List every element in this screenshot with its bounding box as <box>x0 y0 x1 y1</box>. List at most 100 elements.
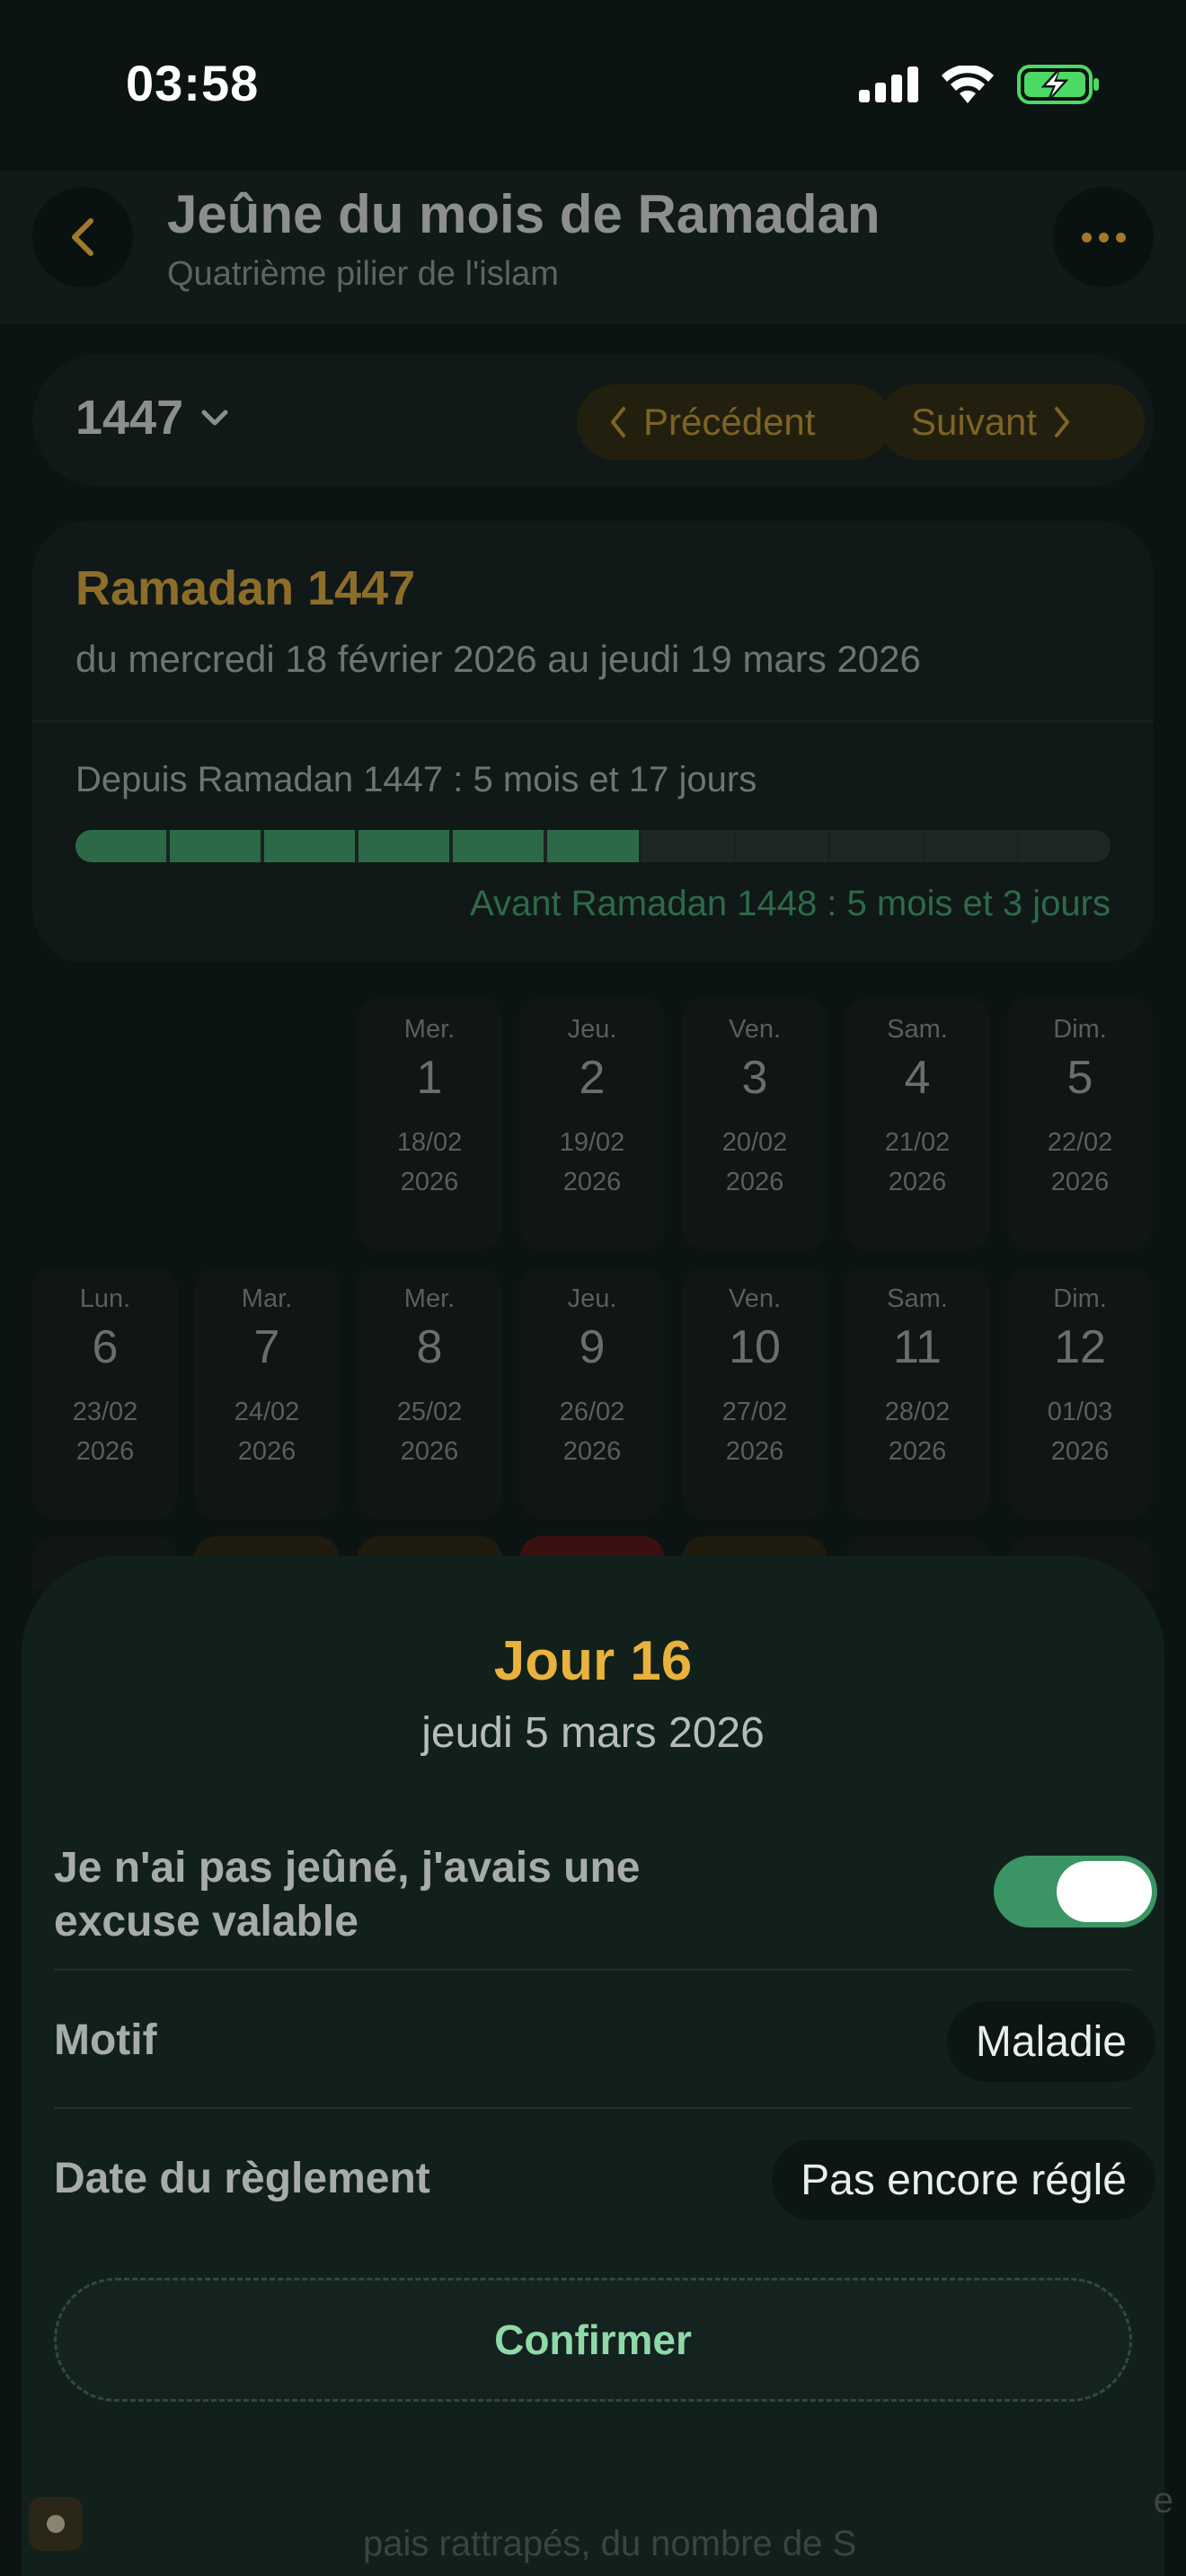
day-date: 20/02 2026 <box>721 1128 788 1196</box>
divider <box>32 720 1154 722</box>
toggle-knob <box>1057 1861 1152 1922</box>
day-date: 28/02 2026 <box>884 1398 951 1466</box>
nav-header: Jeûne du mois de Ramadan Quatrième pilie… <box>0 171 1186 323</box>
day-name: Mer. <box>403 1015 456 1044</box>
day-name: Dim. <box>1053 1284 1107 1313</box>
day-date: 24/02 2026 <box>234 1398 300 1466</box>
info-icon <box>29 2497 83 2551</box>
day-number: 12 <box>1054 1321 1106 1373</box>
time-until-label: Avant Ramadan 1448 : 5 mois et 3 jours <box>469 884 1111 923</box>
day-name: Dim. <box>1053 1015 1107 1044</box>
day-cell[interactable]: Mer. 8 25/02 2026 <box>357 1266 502 1520</box>
day-name: Ven. <box>728 1015 782 1044</box>
page-title: Jeûne du mois de Ramadan <box>167 184 881 244</box>
day-name: Jeu. <box>567 1284 617 1313</box>
next-button[interactable]: Suivant <box>879 384 1145 460</box>
progress-segment <box>1019 830 1111 862</box>
screen: 03:58 Jeûne du mois de Ramadan Quatrième… <box>0 0 1186 2576</box>
motif-picker[interactable]: Maladie <box>946 2001 1155 2082</box>
day-cell[interactable]: Mar. 7 24/02 2026 <box>194 1266 340 1520</box>
day-cell[interactable]: Dim. 12 01/03 2026 <box>1007 1266 1153 1520</box>
day-cell[interactable]: Sam. 11 28/02 2026 <box>845 1266 990 1520</box>
year-dropdown[interactable]: 1447 <box>75 390 228 446</box>
day-name: Ven. <box>728 1284 782 1313</box>
sheet-title: Jour 16 <box>493 1630 693 1692</box>
progress-segment <box>75 830 167 862</box>
day-cell[interactable]: Mer. 1 18/02 2026 <box>357 997 502 1250</box>
more-options-button[interactable] <box>1053 187 1154 287</box>
day-number: 11 <box>893 1321 942 1373</box>
day-cell[interactable]: Ven. 3 20/02 2026 <box>682 997 828 1250</box>
progress-segment <box>736 830 828 862</box>
status-time: 03:58 <box>126 55 260 111</box>
day-date: 26/02 2026 <box>559 1398 625 1466</box>
day-name: Mar. <box>241 1284 293 1313</box>
day-name: Sam. <box>887 1284 948 1313</box>
previous-button[interactable]: Précédent <box>577 384 891 460</box>
day-number: 3 <box>741 1052 768 1104</box>
day-cell[interactable]: Ven. 10 27/02 2026 <box>682 1266 828 1520</box>
progress-segment <box>264 830 356 862</box>
year-selector: 1447 Précédent Suivant <box>32 354 1154 487</box>
footer-text-right: e <box>1153 2481 1173 2520</box>
day-date: 19/02 2026 <box>559 1128 625 1196</box>
day-cell[interactable]: Sam. 4 21/02 2026 <box>845 997 990 1250</box>
day-name: Mer. <box>403 1284 456 1313</box>
ramadan-info-card: Ramadan 1447 du mercredi 18 février 2026… <box>32 521 1154 963</box>
chevron-left-icon <box>611 407 625 437</box>
status-icons <box>859 65 1100 104</box>
day-cell[interactable]: Jeu. 2 19/02 2026 <box>519 997 665 1250</box>
chevron-left-icon <box>72 218 93 256</box>
excuse-toggle[interactable] <box>994 1856 1157 1928</box>
progress-segment <box>830 830 922 862</box>
day-number: 7 <box>253 1321 280 1373</box>
progress-segment <box>642 830 733 862</box>
confirm-button[interactable]: Confirmer <box>54 2278 1132 2402</box>
back-button[interactable] <box>32 187 133 287</box>
ramadan-date-range: du mercredi 18 février 2026 au jeudi 19 … <box>75 638 921 680</box>
ellipsis-icon <box>1081 232 1092 243</box>
reglement-date-picker[interactable]: Pas encore réglé <box>772 2139 1155 2220</box>
day-number: 4 <box>904 1052 931 1104</box>
day-cell[interactable]: Dim. 5 22/02 2026 <box>1007 997 1153 1250</box>
ramadan-title: Ramadan 1447 <box>75 561 416 615</box>
next-label: Suivant <box>911 401 1038 443</box>
previous-label: Précédent <box>643 401 816 443</box>
day-date: 18/02 2026 <box>396 1128 463 1196</box>
day-date: 21/02 2026 <box>884 1128 951 1196</box>
day-cell[interactable]: Lun. 6 23/02 2026 <box>32 1266 178 1520</box>
time-since-label: Depuis Ramadan 1447 : 5 mois et 17 jours <box>75 760 757 799</box>
day-number: 1 <box>416 1052 443 1104</box>
progress-segment <box>925 830 1016 862</box>
day-number: 8 <box>416 1321 443 1373</box>
footer-text: pais rattrapés, du nombre de S <box>363 2524 857 2563</box>
progress-bar <box>75 830 1111 862</box>
day-number: 9 <box>579 1321 606 1373</box>
day-date: 25/02 2026 <box>396 1398 463 1466</box>
progress-segment <box>358 830 450 862</box>
day-date: 27/02 2026 <box>721 1398 788 1466</box>
day-cell[interactable]: Jeu. 9 26/02 2026 <box>519 1266 665 1520</box>
day-name: Sam. <box>887 1015 948 1044</box>
reglement-label: Date du règlement <box>54 2155 430 2202</box>
day-date: 01/03 2026 <box>1047 1398 1113 1466</box>
divider <box>54 2107 1132 2109</box>
progress-segment <box>170 830 261 862</box>
day-number: 2 <box>579 1052 606 1104</box>
day-number: 5 <box>1067 1052 1093 1104</box>
status-bar: 03:58 <box>0 0 1186 171</box>
battery-charging-icon <box>1017 65 1099 104</box>
excuse-label: Je n'ai pas jeûné, j'avais une excuse va… <box>54 1844 641 1945</box>
day-number: 6 <box>92 1321 119 1373</box>
progress-segment <box>547 830 639 862</box>
motif-label: Motif <box>54 2016 157 2064</box>
day-name: Jeu. <box>567 1015 617 1044</box>
chevron-right-icon <box>1055 407 1070 437</box>
year-value: 1447 <box>75 391 184 445</box>
wifi-icon <box>942 66 994 103</box>
cellular-signal-icon <box>859 66 918 102</box>
day-detail-sheet: Jour 16 jeudi 5 mars 2026 Je n'ai pas je… <box>22 1556 1164 2576</box>
day-number: 10 <box>729 1321 781 1373</box>
progress-segment <box>453 830 544 862</box>
sheet-date: jeudi 5 mars 2026 <box>421 1709 765 1757</box>
